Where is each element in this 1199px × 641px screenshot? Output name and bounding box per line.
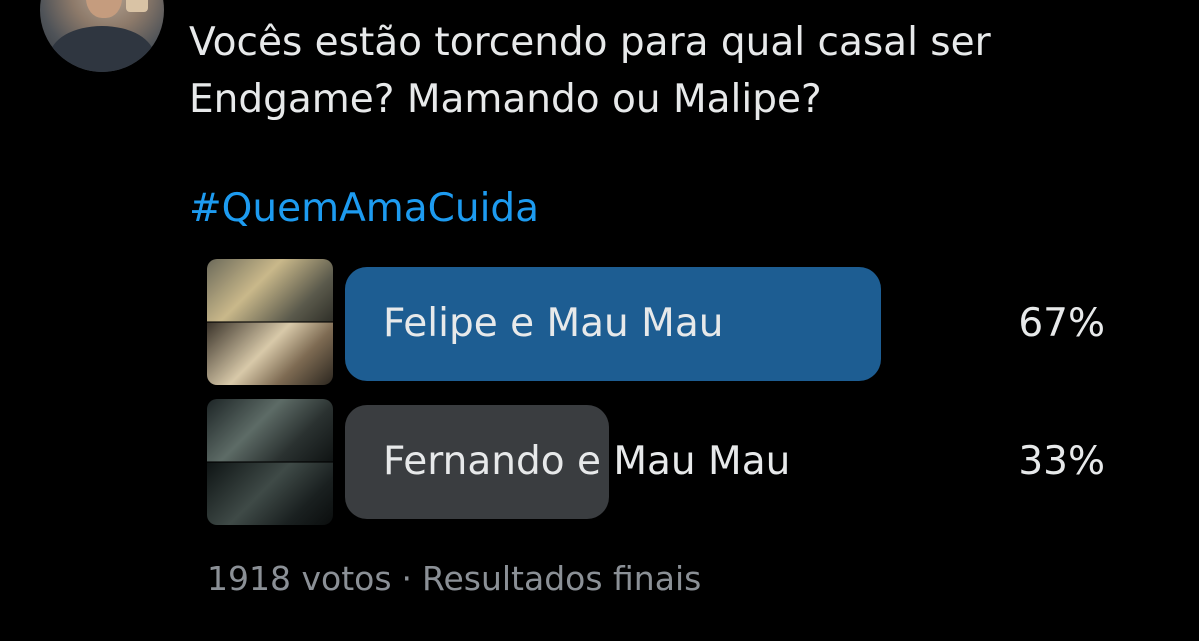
avatar-shirt <box>50 26 154 72</box>
avatar[interactable] <box>40 0 164 72</box>
poll-vote-count: 1918 votos <box>207 559 392 598</box>
thumbnail-divider <box>207 461 333 463</box>
poll-option-2-thumbnail[interactable] <box>207 399 333 525</box>
thumbnail-image-top <box>207 399 333 462</box>
thumbnail-image-bottom <box>207 322 333 385</box>
poll-option-percent: 33% <box>1018 439 1105 484</box>
avatar-face <box>86 0 122 18</box>
tweet-text: Vocês estão torcendo para qual casal ser… <box>189 20 991 122</box>
poll-option-percent: 67% <box>1018 301 1105 346</box>
avatar-phone <box>126 0 148 12</box>
poll-status: Resultados finais <box>422 559 702 598</box>
thumbnail-divider <box>207 321 333 323</box>
previous-content-strip <box>0 0 1199 8</box>
thumbnail-image-bottom <box>207 462 333 525</box>
poll-footer: 1918 votos · Resultados finais <box>207 552 701 606</box>
poll-option-2: Fernando e Mau Mau 33% <box>345 405 1105 519</box>
poll-option-1: Felipe e Mau Mau 67% <box>345 267 1105 381</box>
poll-option-label: Felipe e Mau Mau <box>383 301 724 346</box>
thumbnail-image-top <box>207 259 333 322</box>
poll-option-1-thumbnail[interactable] <box>207 259 333 385</box>
poll-option-label: Fernando e Mau Mau <box>383 439 791 484</box>
separator-dot: · <box>401 559 413 598</box>
hashtag-link[interactable]: #QuemAmaCuida <box>189 180 539 237</box>
